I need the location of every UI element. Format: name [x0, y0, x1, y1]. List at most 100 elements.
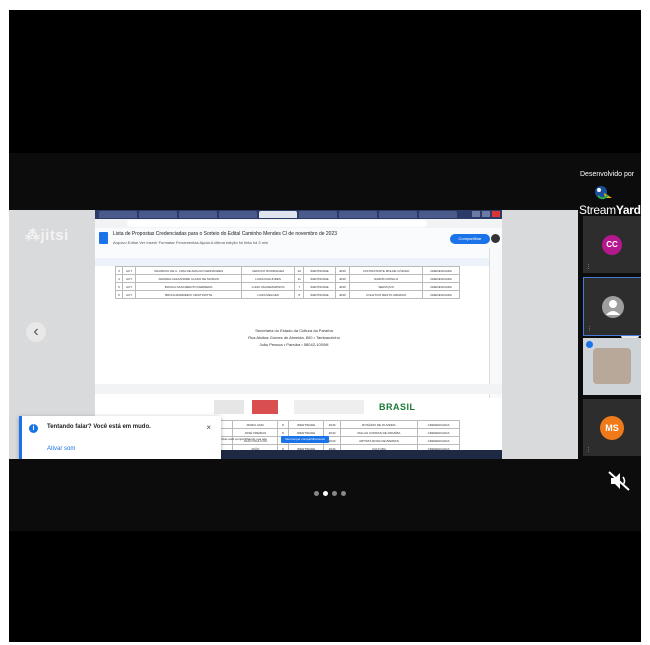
window-controls	[472, 211, 500, 217]
avatar: MS	[600, 415, 624, 440]
table-cell: SERVIÇOS	[348, 282, 424, 291]
pager-dot-active[interactable]	[323, 491, 328, 496]
browser-tab[interactable]	[419, 211, 457, 218]
table-cell: 3	[115, 266, 123, 275]
person-icon	[602, 295, 624, 318]
doc-title: Lista de Propostas Credenciadas para o S…	[113, 231, 338, 237]
menu-icon[interactable]: ⋮	[587, 326, 592, 332]
stream-stage: ⁂jitsi Lista de Propostas Credenciadas p…	[9, 153, 641, 531]
table-cell: 11	[293, 274, 305, 283]
table-cell: 6	[115, 290, 123, 299]
streamyard-logo: StreamYard	[579, 203, 641, 217]
avatar[interactable]	[491, 234, 500, 243]
streamyard-bird-icon	[595, 186, 612, 200]
table-cell: 5	[115, 282, 123, 291]
table-cell: 4040	[334, 290, 350, 299]
logo-row: BRASIL	[214, 400, 464, 414]
menu-icon[interactable]: ⋮	[586, 264, 591, 270]
url-input[interactable]	[127, 220, 427, 227]
muted-speaker-icon[interactable]	[605, 466, 635, 496]
table-cell: IDENTIDADE	[303, 290, 336, 299]
doc-toolbar	[95, 258, 502, 266]
table-cell: ACT	[121, 290, 137, 299]
browser-tab[interactable]	[139, 211, 177, 218]
participant-tile[interactable]: MS ⋮	[583, 399, 641, 456]
browser-tab-active[interactable]	[259, 211, 297, 218]
table-row: 3 ACT MAURICIO DE C. LIMA DE ARAUJO FERNAN…	[115, 266, 460, 275]
table-cell: CREDENCIADA	[417, 436, 460, 445]
jitsi-logo: ⁂jitsi	[25, 227, 69, 244]
maximize-icon[interactable]	[482, 211, 490, 217]
brasil-logo: BRASIL	[379, 402, 416, 412]
carousel-pager	[314, 491, 346, 496]
table-cell: CREDENCIADA	[422, 266, 460, 275]
minimize-icon[interactable]	[472, 211, 480, 217]
participant-video-tile[interactable]	[583, 338, 641, 395]
table-cell: MARIA LIMA	[232, 420, 279, 429]
browser-tab[interactable]	[379, 211, 417, 218]
notification-title: Tentando falar? Você está em mudo.	[47, 424, 151, 430]
table-cell: IDENTIDADE	[303, 266, 336, 275]
brand-bold: Yard	[615, 203, 641, 217]
browser-tab[interactable]	[339, 211, 377, 218]
table-cell: ARTISTA RODA DE BARRAS	[339, 436, 419, 445]
avatar: CC	[602, 234, 622, 255]
browser-tab[interactable]	[179, 211, 217, 218]
browser-tab[interactable]	[99, 211, 137, 218]
browser-tab[interactable]	[299, 211, 337, 218]
table-cell: LUIZA VALDEMARINOS	[241, 282, 296, 291]
brand-light: Stream	[579, 203, 616, 217]
doc-menu: Arquivo Editar Ver Inserir Formatar Ferr…	[113, 240, 269, 245]
close-icon[interactable]: ×	[206, 423, 211, 432]
footer-line: João Pessoa • Paraíba • 58042-100/MI	[259, 342, 329, 347]
powered-by-label: Desenvolvido por	[580, 171, 635, 178]
browser-tab-bar	[95, 210, 502, 219]
browser-tab[interactable]	[219, 211, 257, 218]
jitsi-video-area: ⁂jitsi Lista de Propostas Credenciadas p…	[9, 210, 578, 459]
table-cell: CREDENCIADA	[417, 428, 460, 437]
table-cell: IDENTIDADE	[303, 282, 336, 291]
close-window-icon[interactable]	[492, 211, 500, 217]
menu-icon[interactable]: ⋮	[586, 447, 591, 453]
table-cell: IDENTIDADE	[303, 274, 336, 283]
stop-sharing-button[interactable]: Interromper compartilhamento	[281, 436, 330, 443]
active-indicator	[586, 341, 593, 348]
stream-frame: ⁂jitsi Lista de Propostas Credenciadas p…	[9, 10, 641, 642]
browser-url-bar	[95, 219, 502, 228]
ministry-logo	[294, 400, 364, 414]
table-cell: BRUNA BARREIRO CRISTINATTE	[135, 290, 243, 299]
table-cell: ACT	[121, 282, 137, 291]
pager-dot[interactable]	[332, 491, 337, 496]
table-cell: ACT	[121, 266, 137, 275]
table-row: 5 ACT BIANCA NASCIMENTO FERREIRA LUIZA VALD…	[115, 282, 460, 291]
info-icon: i	[29, 424, 38, 433]
footer-line: Rua Abdias Gomes de Almeida, 800 • Tamba…	[248, 335, 340, 340]
table-cell: CREDENCIADA	[417, 420, 460, 429]
table-cell: CREDENCIADA	[422, 274, 460, 283]
table-cell: 10	[293, 266, 305, 275]
table-cell: LUIZA FAGUNDES	[241, 274, 296, 283]
table-cell: 7	[293, 282, 305, 291]
table-cell: AMANDA ALEXANDRE CLARO DE MORAIS	[135, 274, 243, 283]
participant-tile[interactable]: ⋮	[583, 277, 641, 336]
doc-side-panel	[489, 248, 502, 398]
pager-dot[interactable]	[341, 491, 346, 496]
table-row: 4 ACT AMANDA ALEXANDRE CLARO DE MORAIS LUIZ…	[115, 274, 460, 283]
table-cell: ROSÁRIO DE OLIVEIRA	[339, 420, 419, 429]
table-cell: ACT	[121, 274, 137, 283]
participant-tile[interactable]: CC ⋮	[583, 216, 641, 273]
table-cell: MAURICIO DE C. LIMA DE ARAUJO FERNANDES	[135, 266, 243, 275]
table-cell: CEDOCO RODRIGUEZ	[241, 266, 296, 275]
gov-logo	[214, 400, 244, 414]
doc-page: 3 ACT MAURICIO DE C. LIMA DE ARAUJO FERNAN…	[109, 266, 479, 384]
table-cell: 4040	[334, 274, 350, 283]
table-cell: 4	[115, 274, 123, 283]
chevron-left-icon[interactable]: ‹	[26, 322, 46, 342]
table-cell: CONTRATANTE MOLDE CÓDIGO	[348, 266, 424, 275]
share-button[interactable]: Compartilhar	[450, 234, 490, 244]
footer-line: Secretaria do Estado da Cultura da Paraí…	[255, 328, 333, 333]
pager-dot[interactable]	[314, 491, 319, 496]
participant-video	[593, 348, 631, 384]
table-cell: 4040	[334, 266, 350, 275]
unmute-link[interactable]: Ativar som	[47, 446, 75, 452]
